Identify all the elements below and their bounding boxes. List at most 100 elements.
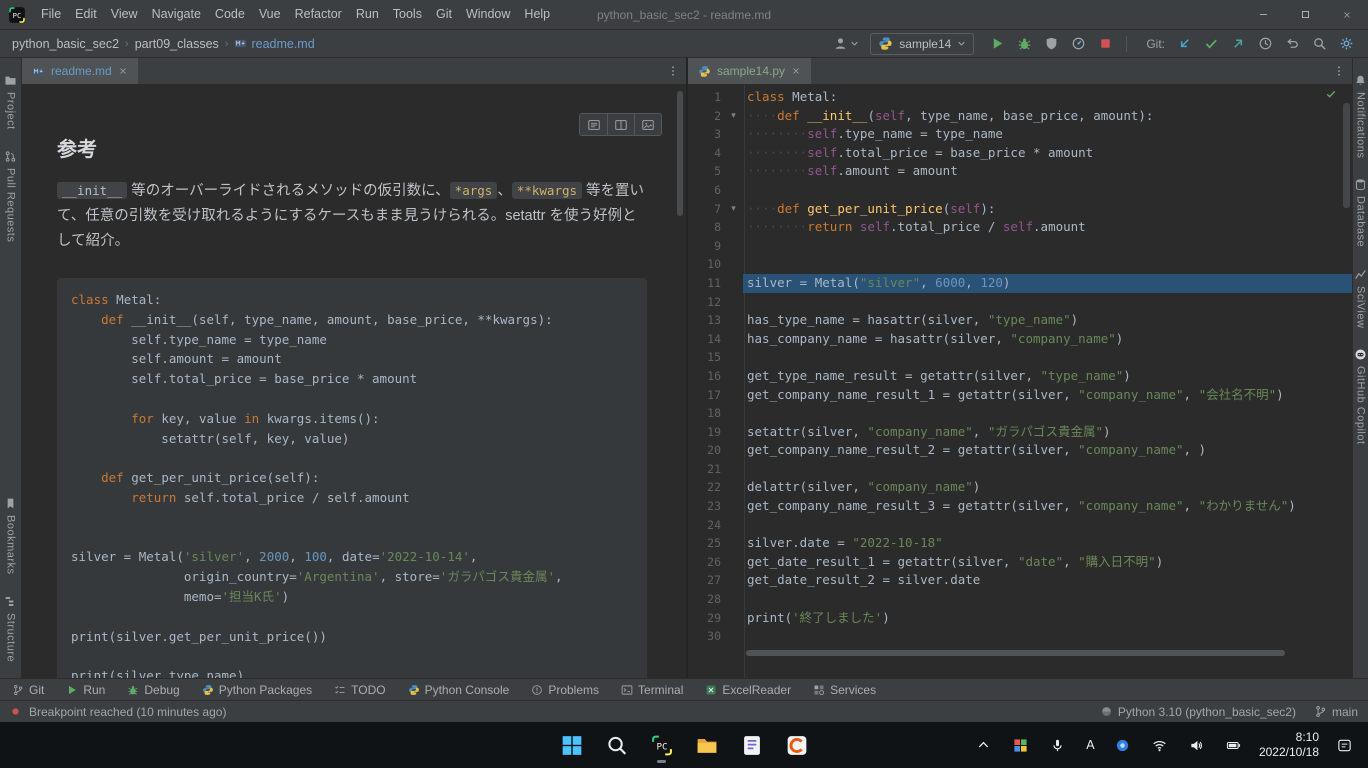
- tray-blue-app-button[interactable]: [1111, 734, 1135, 756]
- code-editor[interactable]: 1class Metal:2▾····def __init__(self, ty…: [688, 85, 1352, 678]
- taskbar-button-win-search[interactable]: [597, 725, 637, 765]
- git-branch-widget[interactable]: main: [1314, 705, 1358, 719]
- menu-code[interactable]: Code: [208, 0, 252, 29]
- tool-window-button-pull-requests[interactable]: Pull Requests: [4, 140, 17, 252]
- run-configuration-select[interactable]: sample14: [870, 33, 974, 55]
- breadcrumb-part09-classes[interactable]: part09_classes: [133, 37, 221, 51]
- tool-window-button-database[interactable]: Database: [1354, 168, 1367, 257]
- tool-window-button-terminal[interactable]: Terminal: [621, 683, 683, 697]
- code-line[interactable]: 2▾····def __init__(self, type_name, base…: [688, 107, 1352, 126]
- maximize-button[interactable]: [1284, 0, 1326, 29]
- menu-view[interactable]: View: [104, 0, 145, 29]
- tool-window-button-project[interactable]: Project: [4, 64, 17, 140]
- line-number[interactable]: 17: [688, 386, 724, 405]
- taskbar-button-explorer[interactable]: [687, 725, 727, 765]
- taskbar-button-win-start[interactable]: [552, 725, 592, 765]
- tool-window-button-todo[interactable]: TODO: [334, 683, 385, 697]
- line-number[interactable]: 24: [688, 516, 724, 535]
- line-number[interactable]: 29: [688, 609, 724, 628]
- code-line[interactable]: 20get_company_name_result_2 = getattr(si…: [688, 441, 1352, 460]
- mic-button[interactable]: [1046, 734, 1070, 756]
- line-number[interactable]: 27: [688, 571, 724, 590]
- code-line[interactable]: 6: [688, 181, 1352, 200]
- line-number[interactable]: 13: [688, 311, 724, 330]
- line-number[interactable]: 9: [688, 237, 724, 256]
- code-line[interactable]: 30: [688, 627, 1352, 646]
- scrollbar-thumb[interactable]: [746, 650, 1285, 656]
- preview-scrollbar[interactable]: [677, 91, 683, 216]
- menu-window[interactable]: Window: [459, 0, 517, 29]
- line-number[interactable]: 18: [688, 404, 724, 423]
- code-line[interactable]: 10: [688, 255, 1352, 274]
- code-line[interactable]: 5········self.amount = amount: [688, 162, 1352, 181]
- code-line[interactable]: 19setattr(silver, "company_name", "ガラパゴス…: [688, 423, 1352, 442]
- tool-window-button-run[interactable]: Run: [66, 683, 105, 697]
- code-line[interactable]: 22delattr(silver, "company_name"): [688, 478, 1352, 497]
- line-number[interactable]: 11: [688, 274, 724, 293]
- line-number[interactable]: 15: [688, 348, 724, 367]
- status-message[interactable]: Breakpoint reached (10 minutes ago): [29, 705, 226, 719]
- ime-mode-indicator[interactable]: A: [1083, 738, 1098, 752]
- code-line[interactable]: 27get_date_result_2 = silver.date: [688, 571, 1352, 590]
- commit-button[interactable]: [1199, 33, 1223, 55]
- line-number[interactable]: 16: [688, 367, 724, 386]
- code-line[interactable]: 24: [688, 516, 1352, 535]
- minimize-button[interactable]: [1242, 0, 1284, 29]
- line-number[interactable]: 7: [688, 200, 724, 219]
- code-line[interactable]: 9: [688, 237, 1352, 256]
- profiler-button[interactable]: [1066, 33, 1090, 55]
- code-line[interactable]: 11silver = Metal("silver", 6000, 120): [688, 274, 1352, 293]
- battery-button[interactable]: [1222, 734, 1246, 756]
- search-button[interactable]: [1307, 33, 1331, 55]
- tab-options-icon[interactable]: [1326, 58, 1352, 84]
- line-number[interactable]: 1: [688, 88, 724, 107]
- line-number[interactable]: 12: [688, 293, 724, 312]
- debug-button[interactable]: [1012, 33, 1036, 55]
- tool-window-button-bookmarks[interactable]: Bookmarks: [4, 487, 17, 585]
- volume-button[interactable]: [1185, 734, 1209, 756]
- code-line[interactable]: 1class Metal:: [688, 88, 1352, 107]
- line-number[interactable]: 22: [688, 478, 724, 497]
- tool-window-button-python-console[interactable]: Python Console: [408, 683, 510, 697]
- menu-git[interactable]: Git: [429, 0, 459, 29]
- line-number[interactable]: 20: [688, 441, 724, 460]
- close-tab-icon[interactable]: [118, 66, 128, 76]
- code-line[interactable]: 16get_type_name_result = getattr(silver,…: [688, 367, 1352, 386]
- menu-run[interactable]: Run: [349, 0, 386, 29]
- code-line[interactable]: 8········return self.total_price / self.…: [688, 218, 1352, 237]
- close-tab-icon[interactable]: [791, 66, 801, 76]
- fold-marker[interactable]: ▾: [724, 107, 743, 126]
- taskbar-button-pycharm[interactable]: PC: [642, 725, 682, 765]
- layout-editor-button[interactable]: [580, 114, 607, 135]
- history-button[interactable]: [1253, 33, 1277, 55]
- line-number[interactable]: 26: [688, 553, 724, 572]
- run-button[interactable]: [985, 33, 1009, 55]
- tray-app-button[interactable]: [1009, 734, 1033, 756]
- profile-button[interactable]: [833, 33, 859, 55]
- code-line[interactable]: 29print('終了しました'): [688, 609, 1352, 628]
- taskbar-button-office-app[interactable]: [777, 725, 817, 765]
- push-button[interactable]: [1226, 33, 1250, 55]
- line-number[interactable]: 5: [688, 162, 724, 181]
- code-line[interactable]: 12: [688, 293, 1352, 312]
- line-number[interactable]: 14: [688, 330, 724, 349]
- line-number[interactable]: 19: [688, 423, 724, 442]
- layout-split-button[interactable]: [607, 114, 634, 135]
- line-number[interactable]: 30: [688, 627, 724, 646]
- tool-window-button-debug[interactable]: Debug: [127, 683, 179, 697]
- tool-window-button-excelreader[interactable]: ExcelReader: [705, 683, 791, 697]
- code-line[interactable]: 18: [688, 404, 1352, 423]
- update-button[interactable]: [1172, 33, 1196, 55]
- code-line[interactable]: 25silver.date = "2022-10-18": [688, 534, 1352, 553]
- fold-marker[interactable]: ▾: [724, 200, 743, 219]
- tool-window-button-sciview[interactable]: SciView: [1354, 258, 1367, 338]
- line-number[interactable]: 28: [688, 590, 724, 609]
- coverage-button[interactable]: [1039, 33, 1063, 55]
- wifi-button[interactable]: [1148, 734, 1172, 756]
- code-line[interactable]: 7▾····def get_per_unit_price(self):: [688, 200, 1352, 219]
- code-line[interactable]: 28: [688, 590, 1352, 609]
- menu-edit[interactable]: Edit: [68, 0, 104, 29]
- tool-window-button-python-packages[interactable]: Python Packages: [202, 683, 312, 697]
- tab-sample14-py[interactable]: sample14.py: [688, 58, 811, 84]
- code-line[interactable]: 23get_company_name_result_3 = getattr(si…: [688, 497, 1352, 516]
